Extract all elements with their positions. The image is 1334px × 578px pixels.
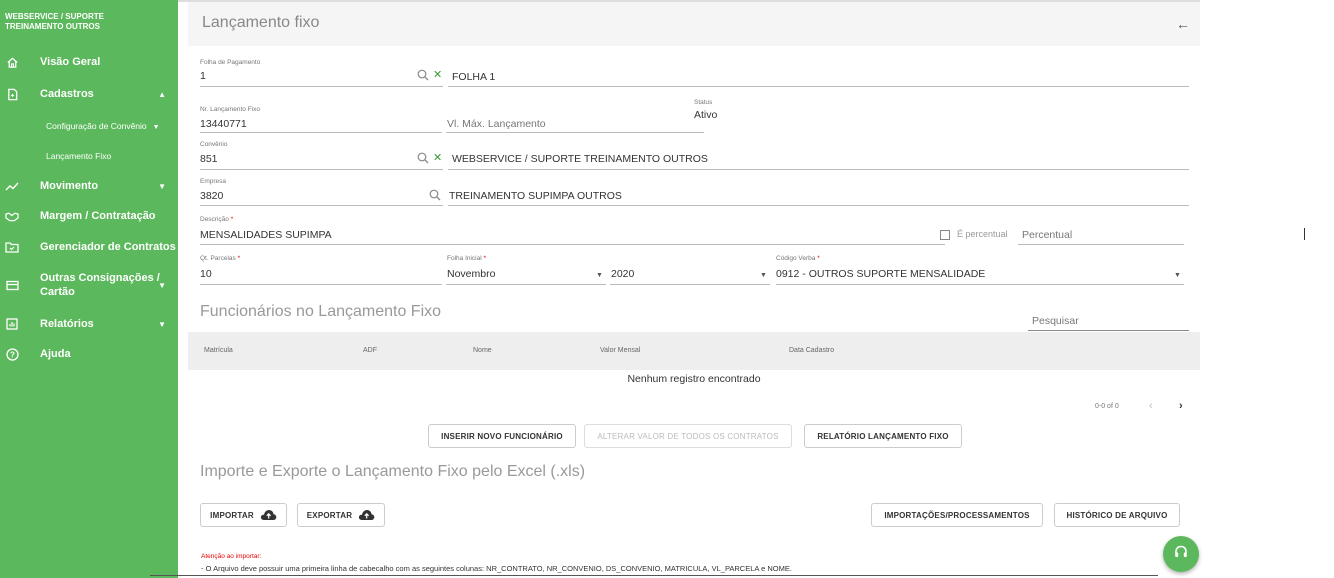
inserir-funcionario-button[interactable]: INSERIR NOVO FUNCIONÁRIO <box>428 424 576 448</box>
dropdown-arrow-icon: ▼ <box>596 272 603 279</box>
sidebar-item-visao-geral[interactable]: Visão Geral <box>0 48 178 76</box>
back-arrow-icon[interactable]: ← <box>1176 16 1190 32</box>
card-icon <box>5 278 19 292</box>
codigo-verba-label: Código Verba * <box>776 255 820 262</box>
exportar-button[interactable]: EXPORTAR <box>297 503 385 527</box>
dropdown-arrow-icon: ▼ <box>1174 272 1181 279</box>
sidebar-item-gerenciador-contratos[interactable]: Gerenciador de Contratos <box>0 233 178 261</box>
search-icon[interactable] <box>417 152 429 167</box>
codigo-verba-select[interactable]: 0912 - OUTROS SUPORTE MENSALIDADE <box>776 268 985 280</box>
importar-button[interactable]: IMPORTAR <box>200 503 287 527</box>
empresa-input[interactable]: 3820 <box>200 190 223 202</box>
sidebar-item-cadastros[interactable]: Cadastros ▲ <box>0 80 178 108</box>
convenio-label: Convênio <box>200 141 228 148</box>
sidebar: WEBSERVICE / SUPORTE TREINAMENTO OUTROS … <box>0 0 178 578</box>
dropdown-arrow-icon: ▼ <box>760 272 767 279</box>
sidebar-item-configuracao-convenio[interactable]: Configuração de Convênio ▼ <box>46 121 160 131</box>
search-icon[interactable] <box>429 189 441 204</box>
nr-lancamento-input[interactable]: 13440771 <box>200 118 247 130</box>
empresa-description: TREINAMENTO SUPIMPA OUTROS <box>449 190 622 202</box>
warning-text: - O Arquivo deve possuir uma primeira li… <box>201 564 792 573</box>
excel-section-title: Importe e Exporte o Lançamento Fixo pelo… <box>200 463 586 480</box>
descricao-input[interactable]: MENSALIDADES SUPIMPA <box>200 229 332 241</box>
folha-inicial-label: Folha Inicial * <box>447 255 487 262</box>
column-header-valor-mensal[interactable]: Valor Mensal <box>600 347 640 354</box>
sidebar-item-lancamento-fixo[interactable]: Lançamento Fixo <box>46 151 111 161</box>
column-header-adf[interactable]: ADF <box>363 347 377 354</box>
chevron-down-icon: ▼ <box>158 181 166 191</box>
help-icon: ? <box>5 347 19 361</box>
qt-parcelas-label: Qt. Parcelas * <box>200 255 241 262</box>
sidebar-item-movimento[interactable]: Movimento ▼ <box>0 172 178 200</box>
prev-page-icon[interactable]: ‹ <box>1149 400 1153 412</box>
qt-parcelas-input[interactable]: 10 <box>200 268 212 280</box>
nr-lancamento-label: Nr. Lançamento Fixo <box>200 106 260 113</box>
page-header: Lançamento fixo ← <box>188 2 1200 46</box>
percentual-checkbox[interactable] <box>940 230 950 240</box>
brand-title: WEBSERVICE / SUPORTE TREINAMENTO OUTROS <box>5 12 104 31</box>
sidebar-item-ajuda[interactable]: ? Ajuda <box>0 340 178 368</box>
headset-icon <box>1173 544 1189 565</box>
folha-inicial-year-select[interactable]: 2020 <box>611 268 634 280</box>
column-header-data-cadastro[interactable]: Data Cadastro <box>789 347 834 354</box>
document-icon <box>5 87 19 101</box>
status-value: Ativo <box>694 109 718 121</box>
folder-icon <box>5 240 19 254</box>
sidebar-item-relatorios[interactable]: Relatórios ▼ <box>0 310 178 338</box>
cloud-download-icon <box>358 509 375 521</box>
pagination-range: 0-0 of 0 <box>1095 403 1119 410</box>
relatorio-lancamento-button[interactable]: RELATÓRIO LANÇAMENTO FIXO <box>804 424 962 448</box>
search-icon[interactable] <box>417 69 429 84</box>
convenio-description: WEBSERVICE / SUPORTE TREINAMENTO OUTROS <box>452 153 708 165</box>
folha-input[interactable]: 1 <box>200 70 206 82</box>
table-header: Matrícula ADF Nome Valor Mensal Data Cad… <box>188 332 1200 370</box>
handshake-icon <box>5 209 19 223</box>
report-icon <box>5 317 19 331</box>
clear-icon[interactable]: ✕ <box>433 68 442 81</box>
column-header-matricula[interactable]: Matrícula <box>204 347 233 354</box>
next-page-icon[interactable]: › <box>1179 400 1183 412</box>
bottom-divider <box>150 575 1158 576</box>
percentual-input[interactable]: Percentual <box>1022 229 1072 241</box>
alterar-valor-button[interactable]: ALTERAR VALOR DE TODOS OS CONTRATOS <box>584 424 792 448</box>
chevron-down-icon: ▼ <box>158 319 166 329</box>
vl-max-input[interactable]: Vl. Máx. Lançamento <box>447 118 546 130</box>
descricao-label: Descrição * <box>200 216 234 223</box>
trending-icon <box>5 179 19 193</box>
clear-icon[interactable]: ✕ <box>433 151 442 164</box>
sidebar-item-margem-contratacao[interactable]: Margem / Contratação <box>0 202 178 230</box>
column-header-nome[interactable]: Nome <box>473 347 492 354</box>
support-chat-button[interactable] <box>1163 536 1199 572</box>
chevron-up-icon: ▲ <box>158 89 166 99</box>
sidebar-item-outras-consignacoes[interactable]: Outras Consignações / Cartão ▼ <box>0 270 178 300</box>
chevron-down-icon: ▼ <box>152 124 160 131</box>
folha-label: Folha de Pagamento <box>200 59 261 66</box>
text-cursor <box>1304 228 1305 240</box>
warning-title: Atenção ao importar: <box>201 553 262 560</box>
importacoes-processamentos-button[interactable]: IMPORTAÇÕES/PROCESSAMENTOS <box>871 503 1043 527</box>
empty-table-message: Nenhum registro encontrado <box>627 373 761 385</box>
folha-inicial-month-select[interactable]: Novembro <box>447 268 495 280</box>
empresa-label: Empresa <box>200 178 227 185</box>
cloud-upload-icon <box>260 509 277 521</box>
status-label: Status <box>694 99 713 106</box>
main-content: Lançamento fixo ← Folha de Pagamento 1 ✕… <box>188 0 1200 578</box>
percentual-checkbox-label: É percentual <box>957 229 1008 239</box>
historico-arquivo-button[interactable]: HISTÓRICO DE ARQUIVO <box>1054 503 1180 527</box>
funcionarios-title: Funcionários no Lançamento Fixo <box>200 303 442 320</box>
convenio-input[interactable]: 851 <box>200 153 218 165</box>
folha-description: FOLHA 1 <box>452 71 496 83</box>
chevron-down-icon: ▼ <box>158 280 166 290</box>
home-icon <box>5 55 19 69</box>
page-title: Lançamento fixo <box>202 14 320 31</box>
svg-text:?: ? <box>10 350 15 359</box>
search-input[interactable]: Pesquisar <box>1032 315 1079 327</box>
